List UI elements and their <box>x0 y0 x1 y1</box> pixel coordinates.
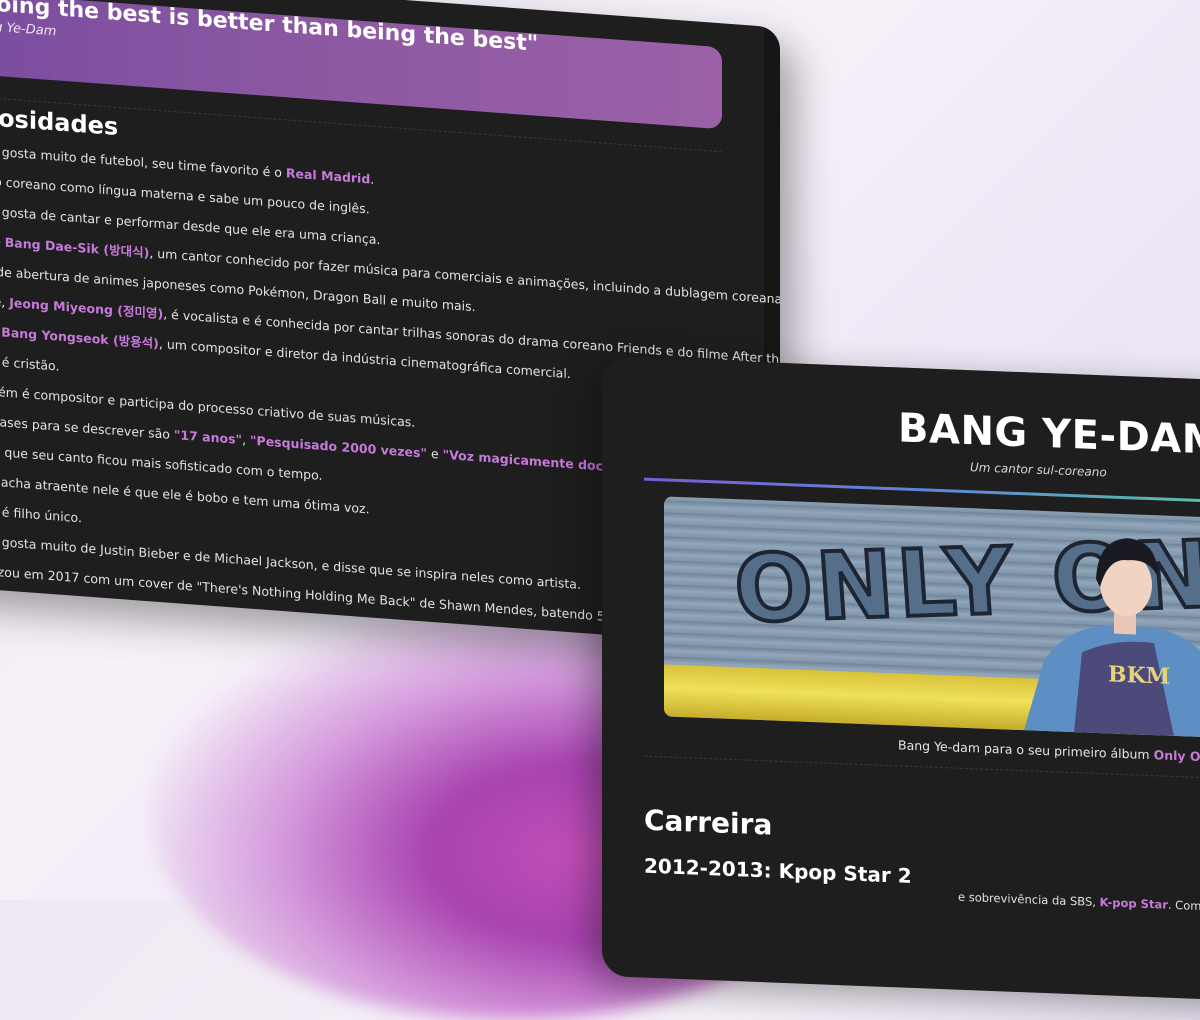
career-heading: Carreira <box>644 803 773 842</box>
photo-caption: Bang Ye-dam para o seu primeiro álbum On… <box>898 737 1200 764</box>
fact-text: , <box>242 432 251 448</box>
fact-text: am é filho único. <box>0 503 82 526</box>
fact-highlight-link[interactable]: Real Madrid <box>286 165 370 186</box>
artist-name-title: BANG YE-DAM <box>898 405 1200 464</box>
fact-highlight-link[interactable]: Jeong Miyeong (정미영) <box>9 295 163 321</box>
career-subheading: 2012-2013: Kpop Star 2 <box>644 853 912 888</box>
album-photo: ONLY ONE BKM <box>664 496 1200 740</box>
fact-text: . <box>370 171 375 187</box>
fact-highlight-link[interactable]: "Pesquisado 2000 vezes" <box>250 433 427 461</box>
shirt-logo: BKM <box>1108 661 1170 689</box>
career-paragraph: e sobrevivência da SBS, K-pop Star. Com … <box>958 890 1200 915</box>
fact-text: am é cristão. <box>0 353 60 374</box>
fact-highlight-link[interactable]: Bang Dae-Sik (방대식) <box>5 235 150 261</box>
fact-text: e <box>426 445 443 462</box>
profile-window: BANG YE-DAM Um cantor sul-coreano ONLY O… <box>602 356 1200 1004</box>
fact-highlight-link[interactable]: "Voz magicamente doce" <box>443 447 618 475</box>
kpop-star-link[interactable]: K-pop Star <box>1100 895 1168 912</box>
album-link[interactable]: Only One <box>1154 747 1200 764</box>
career-text: e sobrevivência da SBS, <box>958 889 1100 910</box>
fact-highlight-link[interactable]: Bang Yongseok (방용석) <box>1 324 159 351</box>
fact-highlight-link[interactable]: "17 anos" <box>174 427 242 447</box>
person-figure: BKM <box>1024 538 1200 739</box>
fact-text: nãe, <box>0 292 6 310</box>
artist-subtitle: Um cantor sul-coreano <box>970 460 1107 480</box>
curiosities-title: riosidades <box>0 102 119 141</box>
career-text-tail: . Com muita <box>1167 897 1200 915</box>
fact-text: am gosta muito de futebol, seu time favo… <box>0 142 286 181</box>
fact-text: 3 frases para se descrever são <box>0 413 170 442</box>
caption-text: Bang Ye-dam para o seu primeiro álbum <box>898 737 1154 763</box>
